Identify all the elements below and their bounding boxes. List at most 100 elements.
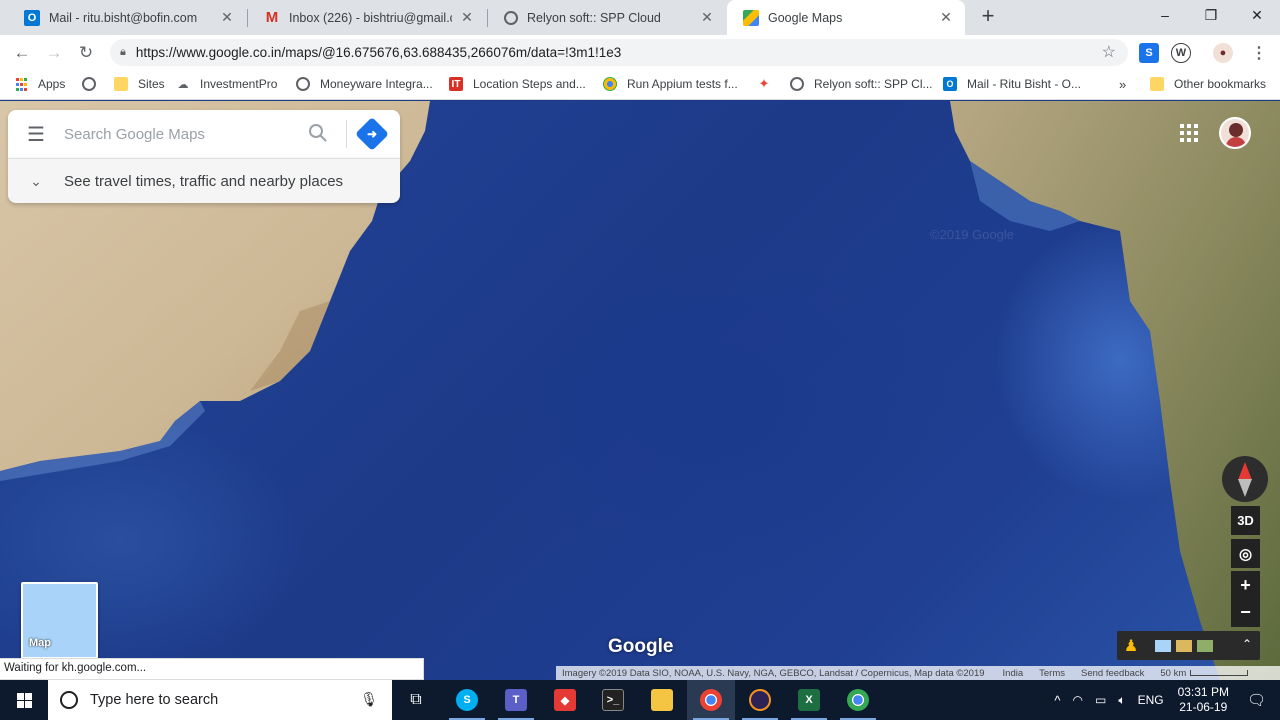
account-avatar[interactable] bbox=[1219, 117, 1251, 149]
pinwheel-icon: ✦ bbox=[758, 76, 770, 91]
map-type-minimap[interactable]: Map bbox=[21, 582, 98, 659]
windows-logo-icon bbox=[16, 692, 32, 708]
cloud-icon: ☁ bbox=[177, 78, 189, 91]
compass-icon[interactable] bbox=[1222, 456, 1268, 502]
layer-thumbnail[interactable] bbox=[1176, 639, 1192, 652]
my-location-icon[interactable]: ◎ bbox=[1231, 539, 1260, 568]
close-tab-icon[interactable]: ✕ bbox=[698, 9, 716, 26]
chevron-down-icon[interactable]: ⌄ bbox=[8, 173, 64, 190]
bookmark-investmentpro[interactable]: ☁ InvestmentPro bbox=[176, 70, 278, 98]
expand-up-icon[interactable]: ⌃ bbox=[1242, 637, 1252, 651]
back-icon[interactable]: ← bbox=[10, 41, 34, 65]
browser-toolbar: ← → ↻ 🔒︎ https://www.google.co.in/maps/@… bbox=[0, 35, 1280, 70]
clock-date: 21-06-19 bbox=[1179, 700, 1228, 714]
chrome-icon[interactable] bbox=[834, 680, 882, 720]
bookmark-label: Moneyware Integra... bbox=[320, 77, 433, 91]
tab-google-maps[interactable]: Google Maps ✕ bbox=[727, 0, 965, 35]
it-icon: IT bbox=[449, 77, 463, 91]
bookmark-mail-ritu[interactable]: O Mail - Ritu Bisht - O... bbox=[943, 70, 1081, 98]
battery-icon[interactable]: ▭ bbox=[1095, 693, 1106, 707]
profile-avatar[interactable]: ● bbox=[1213, 43, 1233, 63]
more-menu-icon[interactable]: ⋮ bbox=[1249, 43, 1269, 63]
task-view-icon[interactable]: ⧉ bbox=[392, 680, 440, 720]
tab-gmail-inbox[interactable]: M Inbox (226) - bishtriu@gmail.com ✕ bbox=[248, 0, 486, 35]
tab-outlook-mail[interactable]: O Mail - ritu.bisht@bofin.com ✕ bbox=[8, 0, 246, 35]
browser-tab-strip: O Mail - ritu.bisht@bofin.com ✕ M Inbox … bbox=[0, 0, 1280, 35]
forward-icon[interactable]: → bbox=[42, 41, 66, 65]
globe-icon bbox=[790, 77, 804, 91]
clock[interactable]: 03:31 PM 21-06-19 bbox=[1178, 685, 1229, 715]
volume-icon[interactable]: 🔈︎ bbox=[1118, 693, 1125, 708]
zoom-in-button[interactable]: + bbox=[1231, 571, 1260, 600]
taskbar-search[interactable]: Type here to search 🎙︎ bbox=[48, 680, 392, 720]
bookmark-relyon[interactable]: Relyon soft:: SPP Cl... bbox=[790, 70, 933, 98]
file-explorer-icon[interactable] bbox=[638, 680, 686, 720]
terms-link[interactable]: Terms bbox=[1039, 668, 1065, 679]
bookmark-label: Location Steps and... bbox=[473, 77, 586, 91]
directions-icon[interactable]: ➜ bbox=[355, 117, 389, 151]
teams-icon[interactable]: T bbox=[492, 680, 540, 720]
close-tab-icon[interactable]: ✕ bbox=[218, 9, 236, 26]
layer-thumbnail[interactable] bbox=[1197, 639, 1213, 652]
scale-bar bbox=[1190, 670, 1249, 676]
travel-times-text: See travel times, traffic and nearby pla… bbox=[64, 172, 344, 190]
bookmark-label: Mail - Ritu Bisht - O... bbox=[967, 77, 1082, 91]
menu-hamburger-icon[interactable]: ☰ bbox=[8, 122, 64, 147]
terminal-icon[interactable]: >_ bbox=[589, 680, 637, 720]
globe-icon bbox=[296, 77, 310, 91]
travel-times-panel[interactable]: ⌄ See travel times, traffic and nearby p… bbox=[8, 158, 400, 203]
send-feedback-link[interactable]: Send feedback bbox=[1081, 668, 1144, 679]
eclipse-icon[interactable] bbox=[736, 680, 784, 720]
3d-toggle-button[interactable]: 3D bbox=[1231, 506, 1260, 535]
bookmark-run-appium[interactable]: Run Appium tests f... bbox=[603, 70, 738, 98]
show-hidden-icons-icon[interactable]: ^ bbox=[1054, 693, 1060, 708]
bookmark-other[interactable]: Other bookmarks bbox=[1150, 70, 1266, 98]
extension-icon[interactable]: S bbox=[1139, 43, 1159, 63]
bookmark-label: Apps bbox=[38, 77, 66, 91]
bookmark-pinwheel[interactable]: ✦ bbox=[757, 70, 781, 98]
minimize-button[interactable]: – bbox=[1142, 0, 1188, 30]
india-west-coast-land bbox=[950, 101, 1280, 680]
search-icon[interactable] bbox=[308, 123, 330, 145]
windows-taskbar: Type here to search 🎙︎ ⧉ S T ◆ >_ X ^ ◠ … bbox=[0, 680, 1280, 720]
bookmark-label: Sites bbox=[138, 77, 165, 91]
search-input[interactable] bbox=[64, 125, 294, 143]
tab-relyon[interactable]: Relyon soft:: SPP Cloud ✕ bbox=[488, 0, 726, 35]
taskbar-search-placeholder: Type here to search bbox=[90, 692, 219, 708]
reload-icon[interactable]: ↻ bbox=[74, 41, 98, 65]
bookmark-location-steps[interactable]: IT Location Steps and... bbox=[449, 70, 586, 98]
layer-thumbnail[interactable] bbox=[1155, 639, 1171, 652]
bookmark-sites[interactable]: Sites bbox=[114, 70, 165, 98]
start-button[interactable] bbox=[0, 680, 48, 720]
restore-button[interactable]: ❐ bbox=[1188, 0, 1234, 30]
street-view-bar: ♟ ⌃ bbox=[1117, 631, 1260, 660]
bookmark-globe[interactable] bbox=[82, 70, 106, 98]
app-red-icon[interactable]: ◆ bbox=[541, 680, 589, 720]
close-tab-icon[interactable]: ✕ bbox=[937, 9, 955, 26]
microphone-icon[interactable]: 🎙︎ bbox=[360, 691, 378, 708]
zoom-out-button[interactable]: − bbox=[1231, 598, 1260, 627]
region-link[interactable]: India bbox=[1003, 668, 1024, 679]
scale-label: 50 km bbox=[1160, 667, 1187, 679]
google-apps-icon[interactable] bbox=[1180, 124, 1198, 142]
google-logo: Google bbox=[608, 636, 674, 657]
chrome-icon[interactable] bbox=[687, 680, 735, 720]
language-indicator[interactable]: ENG bbox=[1138, 693, 1164, 707]
bookmarks-overflow-button[interactable]: » bbox=[1119, 70, 1126, 98]
address-bar[interactable]: 🔒︎ https://www.google.co.in/maps/@16.675… bbox=[110, 39, 1128, 66]
skype-icon[interactable]: S bbox=[443, 680, 491, 720]
notifications-icon[interactable]: 🗨︎ bbox=[1247, 691, 1266, 709]
pegman-icon[interactable]: ♟ bbox=[1117, 631, 1145, 660]
bookmark-label: Other bookmarks bbox=[1174, 77, 1267, 91]
new-tab-button[interactable]: + bbox=[976, 5, 1000, 29]
clock-time: 03:31 PM bbox=[1177, 685, 1229, 699]
bookmark-star-icon[interactable]: ☆ bbox=[1102, 42, 1116, 62]
excel-icon[interactable]: X bbox=[785, 680, 833, 720]
bookmark-label: Relyon soft:: SPP Cl... bbox=[814, 77, 933, 91]
bookmark-moneyware[interactable]: Moneyware Integra... bbox=[296, 70, 433, 98]
close-tab-icon[interactable]: ✕ bbox=[458, 9, 476, 26]
wordpress-extension-icon[interactable]: W bbox=[1171, 43, 1191, 63]
wifi-icon[interactable]: ◠ bbox=[1073, 693, 1083, 707]
bookmark-apps[interactable]: Apps bbox=[14, 70, 65, 98]
close-window-button[interactable]: ✕ bbox=[1234, 0, 1280, 30]
